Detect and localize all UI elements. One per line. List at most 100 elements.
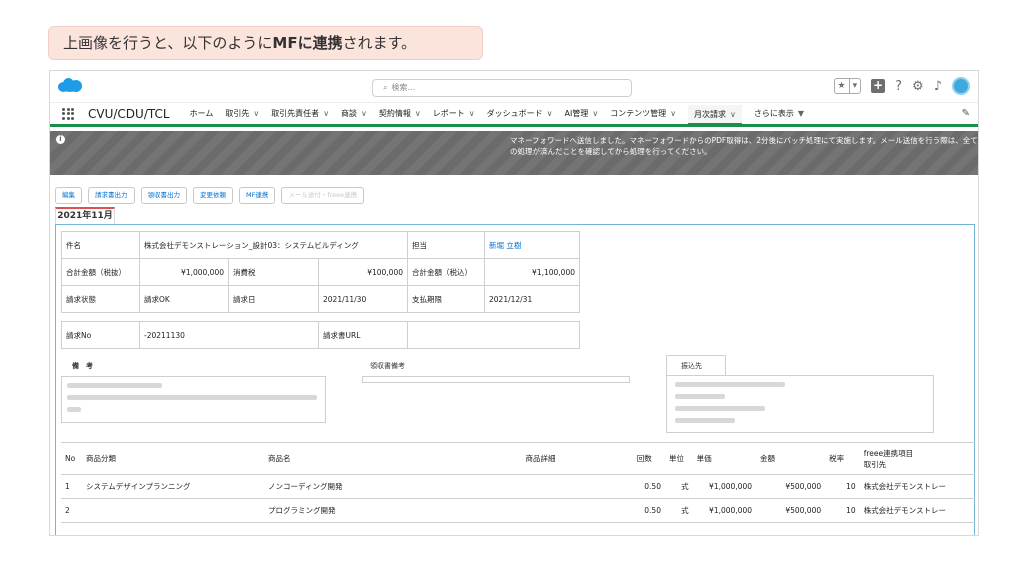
- url-value: [407, 321, 580, 349]
- column-header: 回数: [632, 442, 665, 475]
- table-cell: 2: [61, 498, 82, 523]
- nav-item-label: 契約情報: [378, 109, 411, 118]
- caption-text-post: されます。: [342, 34, 417, 52]
- search-placeholder: 検索...: [391, 83, 416, 92]
- nav-item-10[interactable]: さらに表示 ▼: [754, 108, 804, 119]
- column-header: No: [61, 442, 82, 475]
- nav-item-7[interactable]: AI管理 ∨: [564, 108, 598, 119]
- salesforce-window: ⌕ 検索... ★ ▾ + ? ⚙ ♪ CVU/CDU/TCL ホーム 取引先 ∨ 取引先…: [49, 70, 979, 536]
- column-header: 金額: [756, 442, 826, 475]
- invoice-detail-panel: 件名 株式会社デモンストレーション_設計03：システムビルディング 担当 新堀 …: [55, 224, 975, 535]
- chevron-down-icon[interactable]: ∨: [253, 109, 259, 118]
- plus-icon[interactable]: +: [871, 79, 886, 93]
- bill-date-label: 請求日: [228, 285, 319, 313]
- nav-items: ホーム 取引先 ∨ 取引先責任者 ∨ 商談 ∨ 契約情報 ∨ レポート ∨ ダッシュボード ∨ AI管理 ∨…: [190, 105, 817, 125]
- action-buttons: 編集 請求書出力 領収書出力 変更依頼 MF連携 メール送付・freee連携: [55, 187, 365, 204]
- global-search-input[interactable]: ⌕ 検索...: [372, 79, 632, 97]
- table-cell: システムデザインプランニング: [81, 474, 265, 499]
- due-value: 2021/12/31: [484, 285, 580, 313]
- billno-label: 請求No: [61, 321, 140, 349]
- chevron-down-icon[interactable]: ▼: [798, 109, 804, 118]
- nav-item-3[interactable]: 商談 ∨: [341, 108, 367, 119]
- total-label: 合計金額（税込）: [407, 258, 485, 286]
- column-header: 商品分類: [81, 442, 265, 475]
- status-label: 請求状態: [61, 285, 140, 313]
- chevron-down-icon[interactable]: ∨: [323, 109, 329, 118]
- remarks-label: 備 考: [72, 362, 93, 370]
- tax-label: 消費税: [228, 258, 319, 286]
- table-cell: ¥500,000: [756, 498, 826, 523]
- chevron-down-icon[interactable]: ∨: [730, 110, 736, 119]
- column-header: 商品名: [264, 442, 449, 475]
- table-cell: ¥1,000,000: [692, 498, 756, 523]
- action-button-5[interactable]: メール送付・freee連携: [281, 187, 365, 204]
- table-cell: [448, 498, 633, 523]
- owner-link[interactable]: 新堀 立樹: [484, 231, 580, 259]
- chevron-down-icon[interactable]: ∨: [592, 109, 598, 118]
- caption-text-bold: MFに連携: [272, 34, 343, 52]
- search-icon: ⌕: [383, 83, 388, 92]
- action-button-1[interactable]: 請求書出力: [88, 187, 135, 204]
- chevron-down-icon[interactable]: ▾: [848, 79, 861, 93]
- action-button-3[interactable]: 変更依頼: [193, 187, 233, 204]
- total-value: ¥1,100,000: [484, 258, 580, 286]
- instruction-caption: 上画像を行うと、以下のようにMFに連携されます。: [48, 26, 483, 60]
- nav-item-label: 月次請求: [694, 110, 727, 119]
- gear-icon[interactable]: ⚙: [912, 79, 924, 94]
- nav-item-1[interactable]: 取引先 ∨: [225, 108, 259, 119]
- owner-label: 担当: [407, 231, 485, 259]
- caption-text-pre: 上画像を行うと、以下のように: [63, 34, 273, 52]
- table-cell: ¥500,000: [756, 474, 826, 499]
- action-button-4[interactable]: MF連携: [239, 187, 276, 204]
- chevron-down-icon[interactable]: ∨: [469, 109, 475, 118]
- favorites-button[interactable]: ★ ▾: [833, 78, 862, 94]
- chevron-down-icon[interactable]: ∨: [361, 109, 367, 118]
- items-body: 1 システムデザインプランニング ノンコーディング開発 0.50 式 ¥1,000,000…: [61, 474, 975, 523]
- edit-nav-icon[interactable]: ✎: [962, 108, 970, 119]
- tab-month[interactable]: 2021年11月: [55, 207, 115, 225]
- receipt-remarks-label: 領収書備考: [370, 362, 405, 370]
- nav-item-0[interactable]: ホーム: [190, 108, 214, 119]
- app-launcher-icon[interactable]: [62, 107, 74, 120]
- table-cell: 0.50: [632, 474, 665, 499]
- nav-item-label: 取引先責任者: [271, 109, 320, 118]
- nav-item-5[interactable]: レポート ∨: [433, 108, 475, 119]
- bill-date-value: 2021/11/30: [318, 285, 408, 313]
- header-utility-icons: ★ ▾ + ? ⚙ ♪: [833, 77, 970, 95]
- table-cell: 10: [825, 498, 860, 523]
- subject-value: 株式会社デモンストレーション_設計03：システムビルディング: [139, 231, 408, 259]
- chevron-down-icon[interactable]: ∨: [670, 109, 676, 118]
- chevron-down-icon[interactable]: ∨: [415, 109, 421, 118]
- invoice-number-table: 請求No -20211130 請求書URL: [61, 321, 580, 349]
- star-icon[interactable]: ★: [835, 79, 849, 93]
- nav-item-9[interactable]: 月次請求 ∨: [688, 105, 742, 125]
- info-icon: i: [56, 135, 65, 144]
- table-row: 2 プログラミング開発 0.50 式 ¥1,000,000 ¥500,000 10 株式会社デ…: [61, 498, 975, 523]
- table-cell: 株式会社デモンストレー: [859, 498, 975, 523]
- table-cell: ノンコーディング開発: [264, 474, 449, 499]
- table-cell: 式: [664, 498, 693, 523]
- column-header: freee連携項目 取引先: [859, 442, 975, 475]
- banner-message: マネーフォワードへ送信しました。マネーフォワードからのPDF取得は、2分後にバッ…: [510, 136, 978, 156]
- invoice-info-table: 件名 株式会社デモンストレーション_設計03：システムビルディング 担当 新堀 …: [61, 231, 580, 313]
- action-button-2[interactable]: 領収書出力: [140, 187, 187, 204]
- info-banner: i マネーフォワードへ送信しました。マネーフォワードからのPDF取得は、2分後に…: [50, 131, 978, 175]
- due-label: 支払期限: [407, 285, 485, 313]
- nav-item-label: コンテンツ管理: [610, 109, 667, 118]
- nav-item-8[interactable]: コンテンツ管理 ∨: [610, 108, 676, 119]
- salesforce-cloud-icon[interactable]: [58, 77, 82, 93]
- avatar[interactable]: [952, 77, 970, 95]
- nav-item-4[interactable]: 契約情報 ∨: [379, 108, 421, 119]
- nav-item-6[interactable]: ダッシュボード ∨: [487, 108, 553, 119]
- tax-value: ¥100,000: [318, 258, 408, 286]
- chevron-down-icon[interactable]: ∨: [547, 109, 553, 118]
- nav-item-2[interactable]: 取引先責任者 ∨: [271, 108, 329, 119]
- nav-bar: CVU/CDU/TCL ホーム 取引先 ∨ 取引先責任者 ∨ 商談 ∨ 契約情報 ∨ レポート ∨ ダ…: [50, 103, 978, 127]
- items-header-row: No 商品分類 商品名 商品詳細 回数 単位 単価 金額 税率 freee連携項目 取引先: [61, 442, 975, 475]
- table-cell: 株式会社デモンストレー: [859, 474, 975, 499]
- action-button-0[interactable]: 編集: [55, 187, 82, 204]
- table-cell: プログラミング開発: [264, 498, 449, 523]
- bell-icon[interactable]: ♪: [934, 79, 942, 94]
- help-icon[interactable]: ?: [895, 79, 902, 94]
- table-cell: 1: [61, 474, 82, 499]
